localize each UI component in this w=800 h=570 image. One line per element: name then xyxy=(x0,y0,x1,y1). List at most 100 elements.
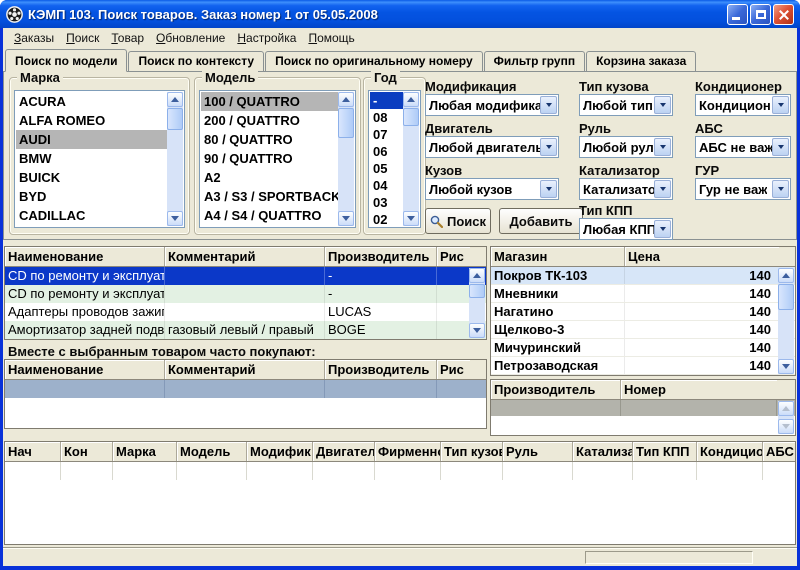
column-header: Двигател xyxy=(313,442,375,461)
year-list-item[interactable]: 02 xyxy=(370,211,403,226)
scrollbar-thumb[interactable] xyxy=(469,284,485,298)
brand-list-item[interactable]: ALFA ROMEO xyxy=(16,111,167,130)
tab[interactable]: Поиск по модели xyxy=(5,49,128,72)
scroll-down-icon[interactable] xyxy=(778,419,794,434)
brand-list-item[interactable]: CADILLAC xyxy=(16,206,167,225)
body-type-combobox[interactable]: Любой тип к xyxy=(579,94,673,116)
chevron-down-icon[interactable] xyxy=(772,180,789,198)
year-list-item[interactable]: 07 xyxy=(370,126,403,143)
search-button[interactable]: Поиск xyxy=(425,208,491,234)
scroll-down-icon[interactable] xyxy=(778,359,794,374)
year-listbox[interactable]: -08 07 06 05 04 03 02 xyxy=(368,90,421,228)
table-row[interactable]: Амортизатор задней подв газовый левый / … xyxy=(5,321,486,339)
related-selected-row[interactable] xyxy=(5,380,486,398)
model-listbox[interactable]: 100 / QUATTRO 200 / QUATTRO 80 / QUATTRO 90… xyxy=(199,90,356,228)
shop-row[interactable]: Покров ТК-103 140 xyxy=(491,267,795,285)
menu-item[interactable]: Заказы xyxy=(8,29,60,47)
aircon-combobox[interactable]: Кондицион xyxy=(695,94,791,116)
catalyst-combobox[interactable]: Катализато xyxy=(579,178,673,200)
abs-combobox[interactable]: АБС не важ xyxy=(695,136,791,158)
tab[interactable]: Фильтр групп xyxy=(483,51,586,71)
model-group-label: Модель xyxy=(202,70,259,85)
table-row[interactable]: Адаптеры проводов зажиг LUCAS xyxy=(5,303,486,321)
chevron-down-icon[interactable] xyxy=(654,220,671,238)
model-list-item[interactable]: A4 / S4 / QUATTRO xyxy=(201,206,338,225)
year-list-item[interactable]: 08 xyxy=(370,109,403,126)
shop-row[interactable]: Щелково-3 140 xyxy=(491,321,795,339)
close-button[interactable] xyxy=(773,3,794,25)
scrollbar-thumb[interactable] xyxy=(338,108,354,138)
scroll-up-icon[interactable] xyxy=(403,92,419,107)
shops-scrollbar[interactable] xyxy=(778,268,794,374)
minimize-icon xyxy=(732,16,740,20)
manufacturer-selected-row[interactable] xyxy=(491,400,795,416)
year-list-item[interactable]: 06 xyxy=(370,143,403,160)
shop-row[interactable]: Петрозаводская 140 xyxy=(491,357,795,375)
chevron-down-icon[interactable] xyxy=(654,96,671,114)
scroll-up-icon[interactable] xyxy=(778,401,794,416)
chevron-down-icon[interactable] xyxy=(772,96,789,114)
scroll-up-icon[interactable] xyxy=(338,92,354,107)
model-scrollbar[interactable] xyxy=(338,92,354,226)
maximize-button[interactable] xyxy=(750,3,771,25)
brand-list-item[interactable]: ACURA xyxy=(16,92,167,111)
tab[interactable]: Поиск по оригинальному номеру xyxy=(265,51,483,71)
tab[interactable]: Поиск по контексту xyxy=(128,51,265,71)
chevron-down-icon[interactable] xyxy=(540,180,557,198)
scroll-down-icon[interactable] xyxy=(338,211,354,226)
tab[interactable]: Корзина заказа xyxy=(586,51,697,71)
model-list-item[interactable]: 100 / QUATTRO xyxy=(201,92,338,111)
scroll-down-icon[interactable] xyxy=(469,323,485,338)
year-scrollbar[interactable] xyxy=(403,92,419,226)
menu-item[interactable]: Настройка xyxy=(231,29,302,47)
shop-row[interactable]: Нагатино 140 xyxy=(491,303,795,321)
chevron-down-icon[interactable] xyxy=(540,138,557,156)
year-list-item[interactable]: - xyxy=(370,92,403,109)
year-list-item[interactable]: 05 xyxy=(370,160,403,177)
scroll-up-icon[interactable] xyxy=(778,268,794,283)
maximize-icon xyxy=(756,9,766,19)
brand-listbox[interactable]: ACURA ALFA ROMEO AUDI BMW BUICK BYD CADILLAC xyxy=(14,90,185,228)
menu-item[interactable]: Обновление xyxy=(150,29,231,47)
table-row[interactable]: CD по ремонту и эксплуат - xyxy=(5,285,486,303)
model-list-item[interactable]: 90 / QUATTRO xyxy=(201,149,338,168)
gearbox-combobox[interactable]: Любая КПП xyxy=(579,218,673,240)
power-steering-combobox[interactable]: Гур не важ xyxy=(695,178,791,200)
minimize-button[interactable] xyxy=(727,3,748,25)
body-combobox[interactable]: Любой кузов xyxy=(425,178,559,200)
brand-list-item[interactable]: BMW xyxy=(16,149,167,168)
menu-item[interactable]: Помощь xyxy=(302,29,360,47)
scrollbar-thumb[interactable] xyxy=(403,108,419,126)
chevron-down-icon[interactable] xyxy=(654,138,671,156)
brand-list-item[interactable]: BYD xyxy=(16,187,167,206)
chevron-down-icon[interactable] xyxy=(654,180,671,198)
year-list-item[interactable]: 03 xyxy=(370,194,403,211)
scroll-up-icon[interactable] xyxy=(469,268,485,283)
menu-item[interactable]: Товар xyxy=(105,29,150,47)
model-list-item[interactable]: A2 xyxy=(201,168,338,187)
model-list-item[interactable]: 80 / QUATTRO xyxy=(201,130,338,149)
scrollbar-thumb[interactable] xyxy=(167,108,183,130)
scroll-up-icon[interactable] xyxy=(167,92,183,107)
scroll-down-icon[interactable] xyxy=(403,211,419,226)
engine-combobox[interactable]: Любой двигатель xyxy=(425,136,559,158)
manufacturer-scrollbar[interactable] xyxy=(778,401,794,434)
chevron-down-icon[interactable] xyxy=(772,138,789,156)
table-row[interactable]: CD по ремонту и эксплуат - xyxy=(5,267,486,285)
brand-list-item[interactable]: BUICK xyxy=(16,168,167,187)
modification-combobox[interactable]: Любая модифика xyxy=(425,94,559,116)
shop-row[interactable]: Мневники 140 xyxy=(491,285,795,303)
shop-row[interactable]: Мичуринский 140 xyxy=(491,339,795,357)
menu-item[interactable]: Поиск xyxy=(60,29,105,47)
chevron-down-icon[interactable] xyxy=(540,96,557,114)
add-button[interactable]: Добавить xyxy=(499,208,583,234)
model-list-item[interactable]: A3 / S3 / SPORTBACK xyxy=(201,187,338,206)
results-scrollbar[interactable] xyxy=(469,268,485,338)
brand-scrollbar[interactable] xyxy=(167,92,183,226)
year-list-item[interactable]: 04 xyxy=(370,177,403,194)
scrollbar-thumb[interactable] xyxy=(778,284,794,310)
model-list-item[interactable]: 200 / QUATTRO xyxy=(201,111,338,130)
steering-combobox[interactable]: Любой руль xyxy=(579,136,673,158)
scroll-down-icon[interactable] xyxy=(167,211,183,226)
brand-list-item[interactable]: AUDI xyxy=(16,130,167,149)
